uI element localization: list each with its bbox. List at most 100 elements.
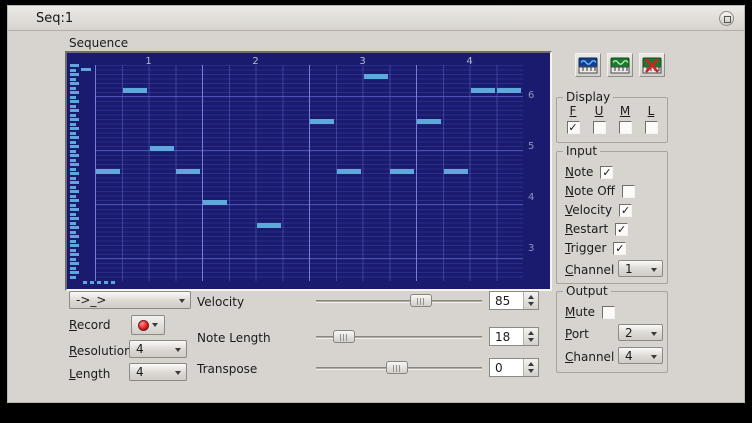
- note[interactable]: [257, 223, 281, 228]
- note-grid[interactable]: [95, 65, 523, 281]
- checkmark: ✓: [617, 224, 626, 235]
- length-combo[interactable]: 4: [129, 363, 187, 381]
- note[interactable]: [390, 169, 414, 174]
- note[interactable]: [176, 169, 200, 174]
- slider-handle[interactable]: [410, 294, 432, 307]
- note-checkbox[interactable]: ✓: [600, 166, 613, 179]
- key-tick: [70, 118, 79, 121]
- display-m-checkbox[interactable]: [619, 121, 632, 134]
- output-channel-label: Channel: [565, 350, 614, 364]
- key-tick: [70, 213, 76, 216]
- record-label: Record: [69, 318, 110, 332]
- display-u-label: U: [595, 104, 604, 118]
- note-length-value: 18: [490, 328, 523, 345]
- detach-button[interactable]: [719, 11, 734, 26]
- key-tick: [70, 123, 76, 126]
- key-column: [70, 64, 81, 284]
- note[interactable]: [417, 119, 441, 124]
- keyboard-delete-red-x-icon: [642, 57, 662, 74]
- note[interactable]: [310, 119, 334, 124]
- note[interactable]: [444, 169, 468, 174]
- note[interactable]: [203, 200, 227, 205]
- mute-checkbox[interactable]: [602, 306, 615, 319]
- key-tick: [70, 186, 76, 189]
- spin-up-button[interactable]: [528, 362, 534, 366]
- seq-window: Seq:1 Sequence 12346543 ->_> Record Reso…: [7, 5, 745, 403]
- octave-label: 6: [528, 90, 534, 101]
- mute-dash: [111, 281, 115, 284]
- transpose-label: Transpose: [197, 362, 257, 376]
- recall-pattern-button[interactable]: [607, 53, 633, 77]
- pattern-combo-value: ->_>: [76, 293, 106, 307]
- spin-up-button[interactable]: [528, 295, 534, 299]
- key-tick: [70, 91, 79, 94]
- key-tick: [70, 190, 79, 193]
- keyboard-wave-green-icon: [610, 57, 630, 74]
- output-channel-value: 4: [625, 349, 633, 363]
- velocity-slider[interactable]: [316, 294, 482, 308]
- note[interactable]: [150, 146, 174, 151]
- display-group: Display F ✓ U M L: [556, 97, 668, 143]
- note[interactable]: [96, 169, 120, 174]
- length-label: Length: [69, 367, 110, 381]
- velocity-value: 85: [490, 292, 523, 309]
- sequence-grid[interactable]: 12346543: [65, 51, 552, 291]
- note-length-label: Note Length: [197, 331, 271, 345]
- mute-dash: [104, 281, 108, 284]
- sequence-section-label: Sequence: [69, 36, 128, 50]
- transpose-slider[interactable]: [316, 361, 482, 375]
- display-l-checkbox[interactable]: [645, 121, 658, 134]
- checkmark: ✓: [568, 122, 577, 133]
- output-group-title: Output: [563, 284, 611, 298]
- note-length-slider[interactable]: [316, 330, 482, 344]
- pattern-combo[interactable]: ->_>: [69, 291, 191, 309]
- input-channel-label: Channel: [565, 263, 614, 277]
- key-tick: [70, 249, 76, 252]
- restart-checkbox[interactable]: ✓: [615, 223, 628, 236]
- port-combo[interactable]: 2: [618, 324, 663, 341]
- display-option-u: U: [590, 104, 608, 134]
- note[interactable]: [337, 169, 361, 174]
- octave-label: 3: [528, 243, 534, 254]
- spin-down-button[interactable]: [528, 338, 534, 342]
- trigger-checkbox[interactable]: ✓: [613, 242, 626, 255]
- spin-up-button[interactable]: [528, 331, 534, 335]
- output-channel-combo[interactable]: 4: [618, 347, 663, 364]
- key-tick: [70, 132, 76, 135]
- display-option-f: F ✓: [564, 104, 582, 134]
- delete-pattern-button[interactable]: [639, 53, 665, 77]
- note[interactable]: [123, 88, 147, 93]
- transpose-spinbox[interactable]: 0: [489, 358, 539, 377]
- input-note-off-row: Note Off: [565, 183, 661, 199]
- note-length-spinbox[interactable]: 18: [489, 327, 539, 346]
- beat-label: 2: [252, 56, 258, 67]
- record-button[interactable]: [131, 315, 165, 335]
- note[interactable]: [364, 74, 388, 79]
- key-tick: [70, 145, 79, 148]
- window-title: Seq:1: [36, 11, 73, 26]
- display-u-checkbox[interactable]: [593, 121, 606, 134]
- spin-down-button[interactable]: [528, 369, 534, 373]
- input-channel-combo[interactable]: 1: [618, 260, 663, 277]
- titlebar[interactable]: Seq:1: [8, 6, 744, 31]
- slider-handle[interactable]: [386, 361, 408, 374]
- display-f-checkbox[interactable]: ✓: [567, 121, 580, 134]
- key-tick: [70, 141, 76, 144]
- note[interactable]: [497, 88, 521, 93]
- port-label: Port: [565, 327, 589, 341]
- chevron-down-icon: [175, 348, 181, 352]
- note[interactable]: [471, 88, 495, 93]
- chevron-down-icon: [651, 268, 657, 272]
- key-tick: [70, 87, 76, 90]
- velocity-checkbox[interactable]: ✓: [619, 204, 632, 217]
- resolution-combo[interactable]: 4: [129, 340, 187, 358]
- velocity-spinbox[interactable]: 85: [489, 291, 539, 310]
- key-tick: [70, 195, 76, 198]
- spin-down-button[interactable]: [528, 302, 534, 306]
- slider-groove[interactable]: [316, 300, 482, 303]
- slider-handle[interactable]: [333, 330, 355, 343]
- store-pattern-button[interactable]: [575, 53, 601, 77]
- restart-label: Restart: [565, 222, 608, 236]
- note-off-checkbox[interactable]: [622, 185, 635, 198]
- mute-label: Mute: [565, 305, 595, 319]
